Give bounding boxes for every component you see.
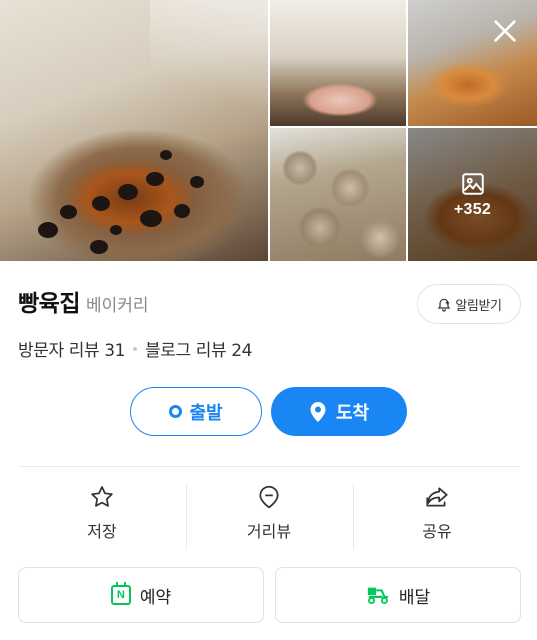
route-start-button[interactable]: 출발 (130, 387, 262, 436)
start-point-icon (169, 405, 183, 418)
route-start-label: 출발 (189, 402, 223, 424)
delivery-label: 배달 (398, 587, 431, 608)
close-button[interactable] (486, 12, 524, 50)
place-name: 빵육집 (18, 291, 80, 317)
alert-label: 알림받기 (455, 298, 502, 314)
map-marker-icon (259, 485, 279, 509)
route-arrive-label: 도착 (335, 402, 370, 424)
reserve-label: 예약 (139, 587, 172, 608)
place-category: 베이커리 (85, 296, 149, 316)
share-button[interactable]: 공유 (362, 484, 512, 550)
location-pin-icon (310, 401, 326, 422)
street-view-label: 거리뷰 (246, 522, 292, 541)
blog-review-link[interactable]: 블로그 리뷰 24 (145, 336, 252, 361)
visitor-review-link[interactable]: 방문자 리뷰 31 (18, 336, 125, 361)
route-arrive-button[interactable]: 도착 (271, 387, 407, 436)
alert-subscribe-button[interactable]: 알림받기 (417, 284, 521, 324)
delivery-button[interactable]: 배달 (275, 567, 521, 623)
divider (353, 484, 354, 550)
title-row: 빵육집 베이커리 (18, 284, 149, 318)
more-photos-button[interactable]: +352 (408, 128, 537, 261)
save-label: 저장 (87, 522, 117, 541)
main-photo[interactable] (0, 0, 268, 261)
delivery-scooter-icon (366, 584, 390, 606)
divider (18, 466, 520, 467)
review-summary: 방문자 리뷰 31 블로그 리뷰 24 (18, 336, 252, 361)
save-button[interactable]: 저장 (27, 484, 177, 550)
close-icon (494, 20, 516, 42)
bell-icon (438, 298, 451, 312)
naver-calendar-icon: N (110, 582, 131, 605)
more-photos-count: +352 (453, 200, 492, 218)
share-label: 공유 (422, 522, 452, 541)
image-icon (461, 172, 484, 195)
share-icon (426, 487, 448, 507)
street-view-button[interactable]: 거리뷰 (194, 484, 344, 550)
star-icon (91, 486, 113, 507)
reserve-button[interactable]: N 예약 (18, 567, 264, 623)
divider (186, 484, 187, 550)
photo-thumbnail[interactable] (270, 0, 406, 126)
photo-gallery: +352 (0, 0, 537, 261)
photo-thumbnail[interactable] (270, 128, 406, 261)
separator-dot (133, 346, 138, 351)
